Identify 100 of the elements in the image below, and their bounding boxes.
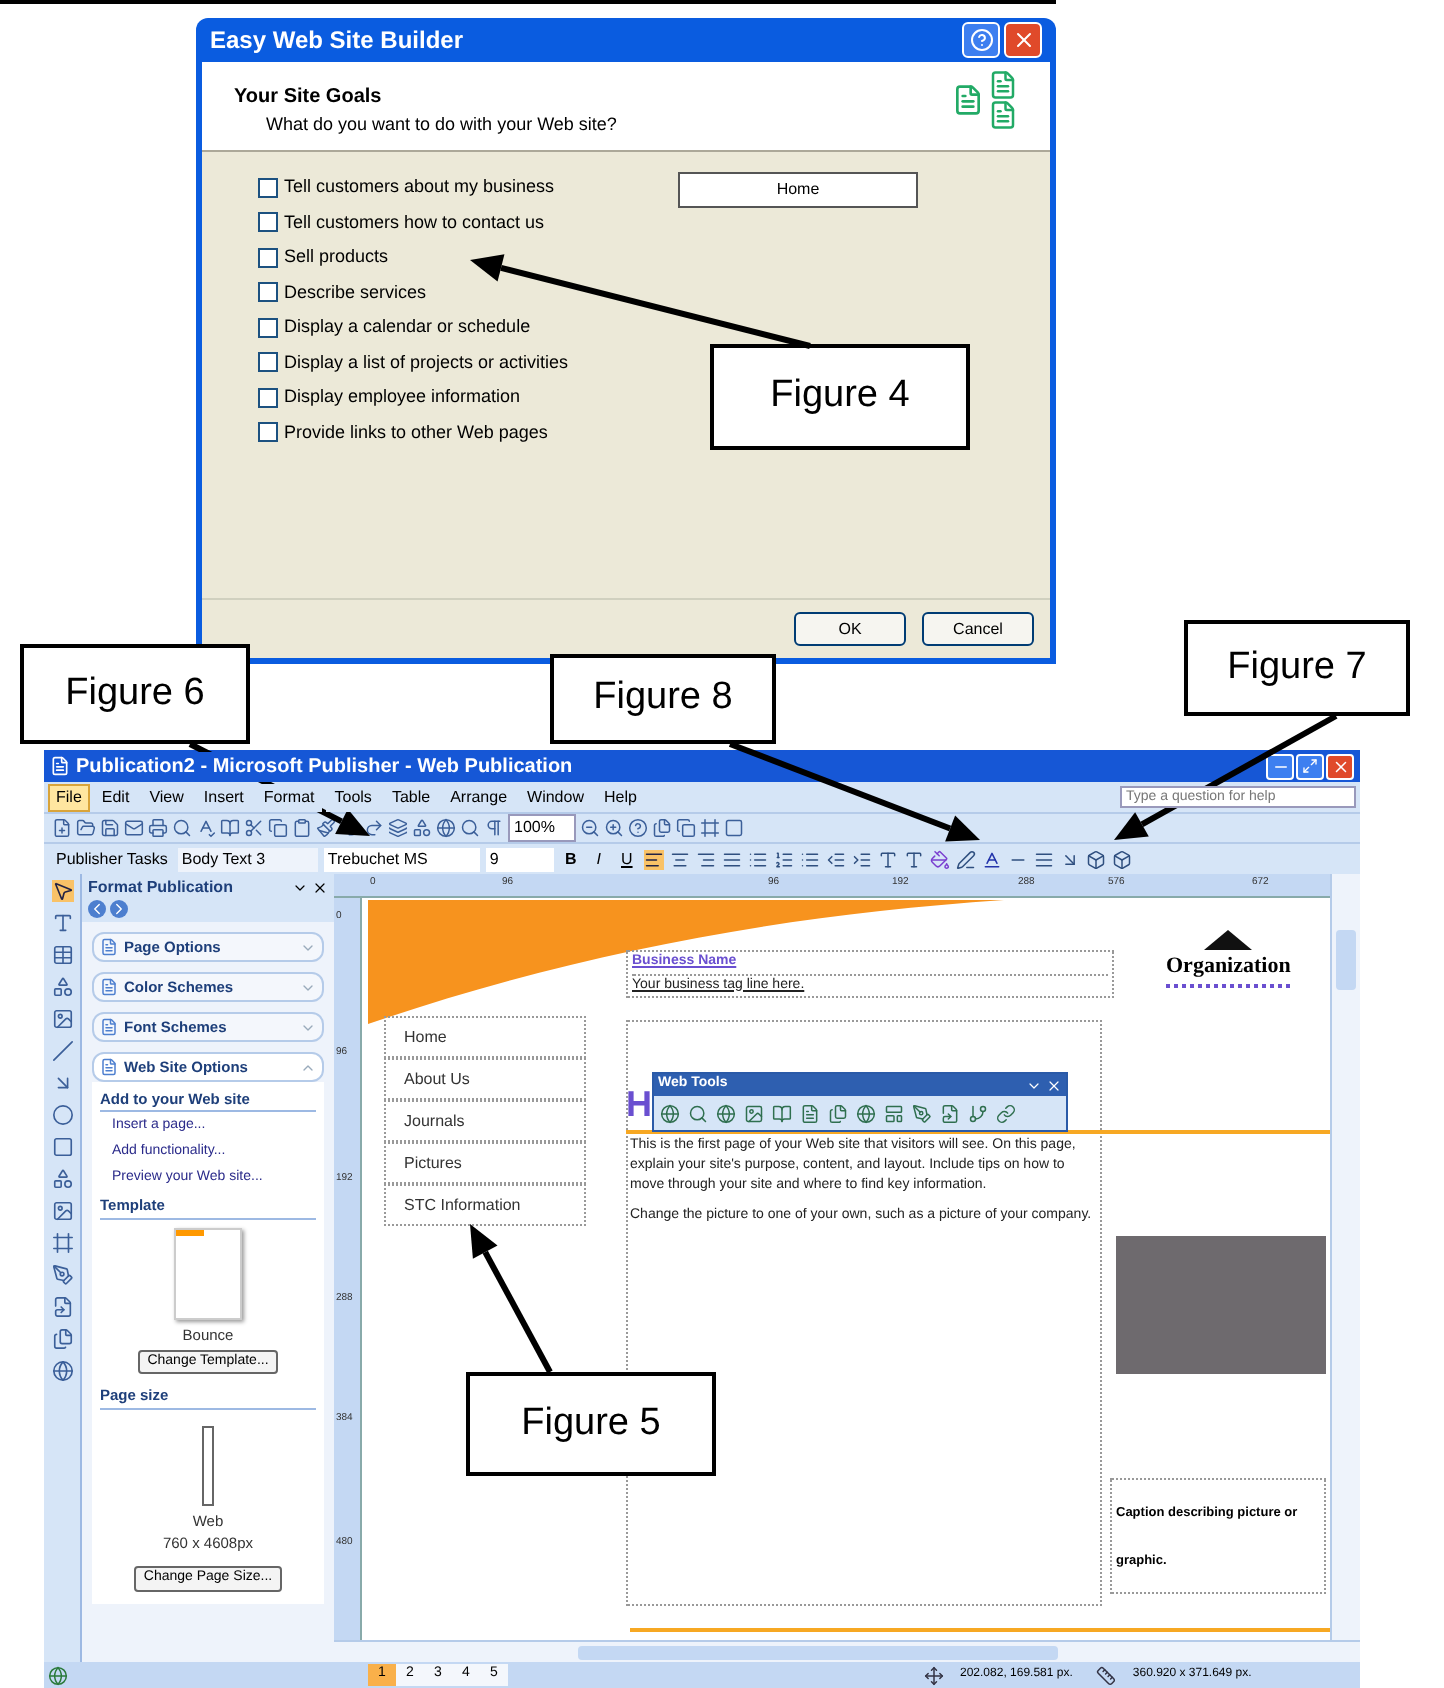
goal-checkbox[interactable]: Display employee information — [258, 382, 678, 413]
catalog-icon[interactable] — [51, 1328, 73, 1350]
checkbox[interactable] — [258, 177, 278, 198]
vertical-scrollbar[interactable] — [1330, 874, 1360, 1640]
layers-icon[interactable] — [388, 818, 408, 838]
nav-link[interactable]: Journals — [384, 1100, 586, 1142]
minimize-icon[interactable] — [1266, 753, 1294, 779]
zoom-in-icon[interactable] — [604, 818, 624, 838]
checkbox[interactable] — [258, 317, 278, 338]
goal-checkbox[interactable]: Describe services — [258, 277, 678, 308]
new-file-icon[interactable] — [52, 818, 72, 838]
document-icon[interactable] — [800, 1103, 820, 1123]
help-icon[interactable] — [628, 818, 648, 838]
pen-icon[interactable] — [51, 1264, 73, 1286]
checkbox[interactable] — [258, 352, 278, 373]
pointer-icon[interactable] — [51, 880, 73, 902]
checkbox[interactable] — [258, 282, 278, 303]
square-icon[interactable] — [724, 818, 744, 838]
grow-font-icon[interactable] — [903, 849, 924, 869]
frame-icon[interactable] — [51, 1232, 73, 1254]
zoom-out-icon[interactable] — [580, 818, 600, 838]
globe-icon[interactable] — [856, 1103, 876, 1123]
forward-icon[interactable] — [110, 900, 128, 918]
font-color-icon[interactable] — [981, 849, 1002, 869]
dialog-button[interactable]: OK — [794, 612, 906, 646]
brush-icon[interactable] — [316, 818, 336, 838]
word-art-icon[interactable] — [51, 976, 73, 998]
globe-icon[interactable] — [716, 1103, 736, 1123]
pilcrow-icon[interactable] — [484, 818, 504, 838]
picture-icon[interactable] — [744, 1103, 764, 1123]
template-thumbnail[interactable] — [174, 1227, 242, 1319]
copy-icon[interactable] — [268, 818, 288, 838]
font-size-field[interactable]: 9 — [485, 847, 554, 871]
horizontal-scrollbar[interactable] — [334, 1640, 1360, 1662]
goal-checkbox[interactable]: Tell customers about my business — [258, 172, 678, 203]
back-icon[interactable] — [88, 900, 106, 918]
line-color-icon[interactable] — [955, 849, 976, 869]
magnifier-icon[interactable] — [688, 1103, 708, 1123]
size-icon[interactable] — [1096, 1665, 1117, 1685]
checkbox[interactable] — [258, 212, 278, 233]
mail-icon[interactable] — [124, 818, 144, 838]
layout-icon[interactable] — [884, 1103, 904, 1123]
book-icon[interactable] — [772, 1103, 792, 1123]
branch-icon[interactable] — [968, 1103, 988, 1123]
shadow-icon[interactable] — [1085, 849, 1106, 869]
printer-icon[interactable] — [148, 818, 168, 838]
link-icon[interactable] — [940, 1103, 960, 1123]
globe-icon[interactable] — [660, 1103, 680, 1123]
globe-icon[interactable] — [436, 818, 456, 838]
numbered-list-icon[interactable] — [773, 849, 794, 869]
copy-icon[interactable] — [676, 818, 696, 838]
link-icon[interactable] — [51, 1296, 73, 1318]
paste-icon[interactable] — [292, 818, 312, 838]
magnifier-icon[interactable] — [460, 818, 480, 838]
close-icon[interactable] — [312, 879, 328, 895]
cut-icon[interactable] — [244, 818, 264, 838]
goal-checkbox[interactable]: Sell products — [258, 242, 678, 273]
style-field[interactable]: Body Text 3 — [177, 847, 318, 871]
nav-link[interactable]: Pictures — [384, 1142, 586, 1184]
indent-icon[interactable] — [851, 849, 872, 869]
zoom-field[interactable]: 100% — [508, 814, 576, 842]
format-button[interactable]: B — [559, 847, 582, 871]
clip-art-icon[interactable] — [51, 1200, 73, 1222]
checkbox[interactable] — [258, 247, 278, 268]
book-icon[interactable] — [220, 818, 240, 838]
link-icon[interactable] — [996, 1103, 1016, 1123]
nav-link[interactable]: About Us — [384, 1058, 586, 1100]
goal-checkbox[interactable]: Tell customers how to contact us — [258, 207, 678, 238]
position-icon[interactable] — [924, 1665, 944, 1685]
magnifier-icon[interactable] — [172, 818, 192, 838]
folder-icon[interactable] — [76, 818, 96, 838]
align-left-icon[interactable] — [643, 849, 664, 869]
documents-icon[interactable] — [828, 1103, 848, 1123]
shapes-icon[interactable] — [412, 818, 432, 838]
dialog-button[interactable]: Cancel — [922, 612, 1034, 646]
goal-checkbox[interactable]: Display a list of projects or activities — [258, 347, 678, 378]
outdent-icon[interactable] — [825, 849, 846, 869]
font-field[interactable]: Trebuchet MS — [323, 847, 480, 871]
publisher-tasks-button[interactable]: Publisher Tasks — [52, 847, 172, 871]
align-center-icon[interactable] — [669, 849, 690, 869]
fill-bucket-icon[interactable] — [929, 849, 950, 869]
pages-icon[interactable] — [652, 818, 672, 838]
menu-item[interactable]: File — [48, 783, 90, 811]
oval-icon[interactable] — [51, 1104, 73, 1126]
web-icon[interactable] — [51, 1360, 73, 1382]
3d-icon[interactable] — [1111, 849, 1132, 869]
table-icon[interactable] — [51, 944, 73, 966]
arrow-style-icon[interactable] — [1059, 849, 1080, 869]
goal-checkbox[interactable]: Provide links to other Web pages — [258, 417, 678, 448]
align-justify-icon[interactable] — [721, 849, 742, 869]
checkbox[interactable] — [258, 387, 278, 408]
dash-style-icon[interactable] — [1033, 849, 1054, 869]
goal-checkbox[interactable]: Display a calendar or schedule — [258, 312, 678, 343]
align-right-icon[interactable] — [695, 849, 716, 869]
maximize-icon[interactable] — [1296, 753, 1324, 779]
text-box-icon[interactable] — [51, 912, 73, 934]
format-button[interactable]: U — [615, 847, 638, 871]
shrink-font-icon[interactable] — [877, 849, 898, 869]
rectangle-icon[interactable] — [51, 1136, 73, 1158]
spell-check-icon[interactable] — [196, 818, 216, 838]
